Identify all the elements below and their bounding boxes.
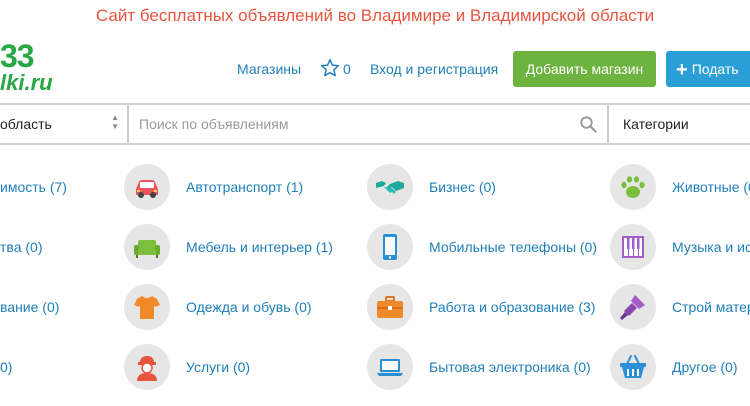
- updown-arrows-icon: ▲ ▼: [111, 113, 119, 131]
- login-register-link[interactable]: Вход и регистрация: [370, 61, 498, 77]
- category-icon-bg: [610, 344, 656, 390]
- category-icon-bg: [610, 224, 656, 270]
- category-label[interactable]: Животные (0: [672, 179, 750, 195]
- search-input[interactable]: [129, 105, 607, 143]
- search-icon[interactable]: [579, 115, 597, 133]
- category-icon-bg: [124, 344, 170, 390]
- category-label[interactable]: Мебель и интерьер (1): [186, 239, 333, 255]
- category-icon-bg: [367, 164, 413, 210]
- category-label[interactable]: Другое (0): [672, 359, 737, 375]
- sofa-icon: [134, 240, 160, 258]
- category-label[interactable]: Бытовая электроника (0): [429, 359, 591, 375]
- category-link-equipment[interactable]: вание (0): [0, 299, 59, 315]
- logo-domain: lki.ru: [0, 70, 53, 95]
- category-icon-bg: [124, 224, 170, 270]
- basket-icon: [620, 355, 646, 378]
- nav-shops-link[interactable]: Магазины: [237, 61, 301, 77]
- category-label[interactable]: Строй матер: [672, 299, 750, 315]
- category-label[interactable]: Одежда и обувь (0): [186, 299, 312, 315]
- post-ad-label: Подать: [691, 61, 739, 77]
- star-icon[interactable]: [320, 58, 340, 78]
- plus-icon: +: [676, 59, 688, 81]
- region-select[interactable]: область ▲ ▼: [0, 105, 129, 143]
- category-icon-bg: [124, 284, 170, 330]
- category-icon-bg: [367, 344, 413, 390]
- piano-icon: [622, 236, 644, 258]
- worker-icon: [137, 356, 157, 381]
- paw-icon: [621, 176, 645, 198]
- category-label[interactable]: Услуги (0): [186, 359, 250, 375]
- category-label[interactable]: Бизнес (0): [429, 179, 496, 195]
- post-ad-button[interactable]: + Подать: [666, 51, 750, 87]
- laptop-icon: [377, 359, 403, 376]
- category-label[interactable]: Автотранспорт (1): [186, 179, 303, 195]
- briefcase-icon: [377, 296, 403, 318]
- category-label[interactable]: Мобильные телефоны (0): [429, 239, 597, 255]
- tshirt-icon: [134, 296, 160, 319]
- category-link-home[interactable]: тва (0): [0, 239, 42, 255]
- category-icon-bg: [610, 284, 656, 330]
- region-select-value: область: [0, 116, 52, 132]
- category-icon-bg: [367, 224, 413, 270]
- category-label[interactable]: Музыка и ис: [672, 239, 750, 255]
- site-logo[interactable]: 33 lki.ru: [0, 40, 60, 100]
- category-icon-bg: [124, 164, 170, 210]
- category-select-value: Категории: [623, 116, 689, 132]
- category-select[interactable]: Категории: [607, 105, 750, 143]
- logo-number: 33: [0, 40, 35, 74]
- car-icon: [136, 180, 158, 198]
- favorites-count[interactable]: 0: [343, 61, 351, 77]
- paint-brush-icon: [620, 295, 645, 320]
- category-label[interactable]: Работа и образование (3): [429, 299, 595, 315]
- handshake-icon: [376, 181, 404, 194]
- category-link-misc[interactable]: 0): [0, 359, 12, 375]
- phone-icon: [383, 234, 397, 260]
- site-title: Сайт бесплатных объявлений во Владимире …: [95, 6, 655, 25]
- add-shop-button[interactable]: Добавить магазин: [513, 51, 656, 87]
- category-icon-bg: [610, 164, 656, 210]
- search-bar: область ▲▼ Категории: [0, 103, 750, 145]
- category-link-realty[interactable]: имость (7): [0, 179, 67, 195]
- category-icon-bg: [367, 284, 413, 330]
